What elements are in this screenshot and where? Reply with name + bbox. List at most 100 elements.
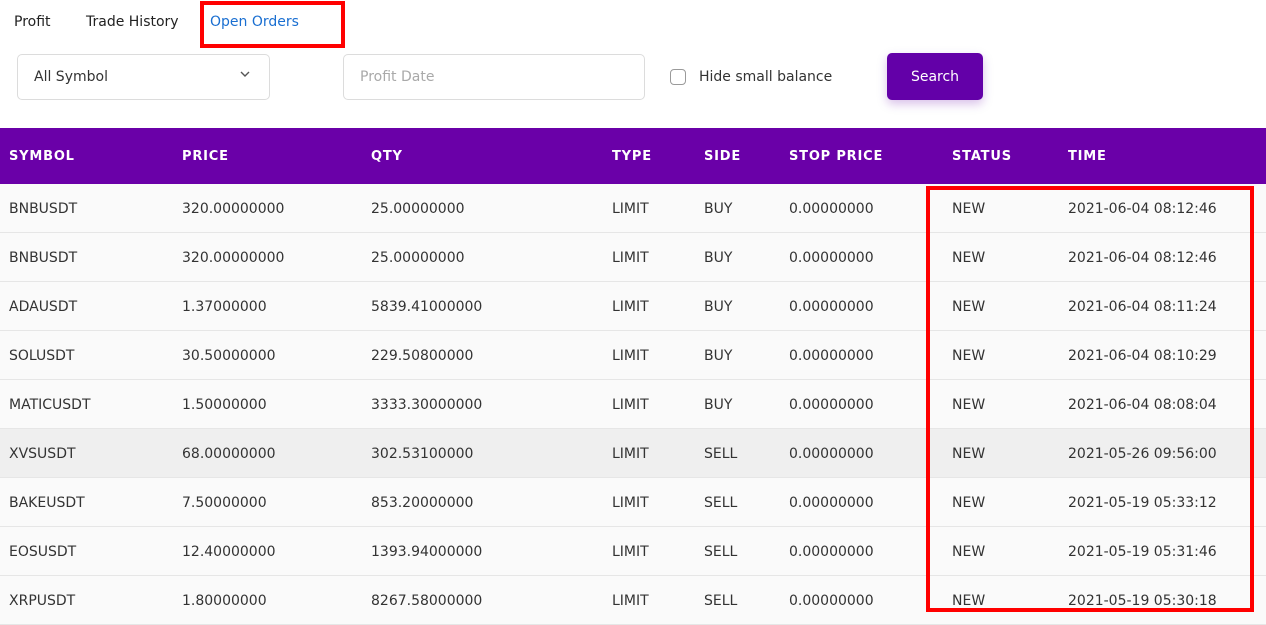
cell-side: BUY <box>704 201 733 217</box>
cell-stop-price: 0.00000000 <box>789 250 874 266</box>
table-row: MATICUSDT 1.50000000 3333.30000000 LIMIT BUY… <box>0 380 1266 429</box>
tab-profit[interactable]: Profit <box>14 14 51 30</box>
cell-price: 68.00000000 <box>182 446 276 462</box>
cell-qty: 25.00000000 <box>371 250 465 266</box>
cell-side: BUY <box>704 397 733 413</box>
cell-time: 2021-05-19 05:33:12 <box>1068 495 1217 511</box>
cell-qty: 1393.94000000 <box>371 544 483 560</box>
cell-side: SELL <box>704 495 738 511</box>
cell-type: LIMIT <box>612 397 649 413</box>
cell-price: 1.80000000 <box>182 593 267 609</box>
cell-side: BUY <box>704 299 733 315</box>
header-symbol: SYMBOL <box>9 149 75 164</box>
cell-qty: 25.00000000 <box>371 201 465 217</box>
cell-symbol: MATICUSDT <box>9 397 91 413</box>
cell-qty: 3333.30000000 <box>371 397 483 413</box>
cell-status: NEW <box>952 201 986 217</box>
cell-status: NEW <box>952 397 986 413</box>
table-row: BNBUSDT 320.00000000 25.00000000 LIMIT BUY 0.… <box>0 184 1266 233</box>
cell-symbol: ADAUSDT <box>9 299 78 315</box>
cell-symbol: XRPUSDT <box>9 593 76 609</box>
cell-status: NEW <box>952 544 986 560</box>
table-row: BNBUSDT 320.00000000 25.00000000 LIMIT BUY 0.… <box>0 233 1266 282</box>
header-status: STATUS <box>952 149 1012 164</box>
cell-price: 320.00000000 <box>182 250 285 266</box>
cell-time: 2021-06-04 08:08:04 <box>1068 397 1217 413</box>
cell-time: 2021-06-04 08:12:46 <box>1068 250 1217 266</box>
cell-side: SELL <box>704 593 738 609</box>
cell-price: 12.40000000 <box>182 544 276 560</box>
symbol-select[interactable]: All Symbol <box>17 54 270 100</box>
header-side: SIDE <box>704 149 742 164</box>
table-body: BNBUSDT 320.00000000 25.00000000 LIMIT BUY 0.… <box>0 184 1266 625</box>
hide-small-balance-checkbox[interactable] <box>670 69 686 85</box>
table-header: SYMBOL PRICE QTY TYPE SIDE STOP PRICE ST… <box>0 128 1266 184</box>
cell-type: LIMIT <box>612 593 649 609</box>
cell-stop-price: 0.00000000 <box>789 299 874 315</box>
table-row: ADAUSDT 1.37000000 5839.41000000 LIMIT BUY 0.… <box>0 282 1266 331</box>
cell-price: 7.50000000 <box>182 495 267 511</box>
table-row: EOSUSDT 12.40000000 1393.94000000 LIMIT SELL… <box>0 527 1266 576</box>
cell-symbol: BAKEUSDT <box>9 495 85 511</box>
cell-symbol: EOSUSDT <box>9 544 77 560</box>
cell-status: NEW <box>952 250 986 266</box>
chevron-down-icon <box>240 71 250 77</box>
table-row: XRPUSDT 1.80000000 8267.58000000 LIMIT SELL 0… <box>0 576 1266 625</box>
tab-trade-history[interactable]: Trade History <box>86 14 179 30</box>
cell-time: 2021-06-04 08:12:46 <box>1068 201 1217 217</box>
cell-qty: 5839.41000000 <box>371 299 483 315</box>
cell-stop-price: 0.00000000 <box>789 544 874 560</box>
cell-type: LIMIT <box>612 348 649 364</box>
cell-stop-price: 0.00000000 <box>789 593 874 609</box>
cell-time: 2021-05-19 05:30:18 <box>1068 593 1217 609</box>
table-row: BAKEUSDT 7.50000000 853.20000000 LIMIT SELL 0… <box>0 478 1266 527</box>
cell-price: 320.00000000 <box>182 201 285 217</box>
cell-side: BUY <box>704 250 733 266</box>
hide-small-balance-label[interactable]: Hide small balance <box>699 69 832 85</box>
cell-qty: 229.50800000 <box>371 348 474 364</box>
header-qty: QTY <box>371 149 403 164</box>
cell-side: BUY <box>704 348 733 364</box>
cell-symbol: SOLUSDT <box>9 348 75 364</box>
cell-stop-price: 0.00000000 <box>789 201 874 217</box>
cell-symbol: XVSUSDT <box>9 446 76 462</box>
cell-time: 2021-05-19 05:31:46 <box>1068 544 1217 560</box>
cell-symbol: BNBUSDT <box>9 250 78 266</box>
cell-stop-price: 0.00000000 <box>789 397 874 413</box>
header-stop-price: STOP PRICE <box>789 149 884 164</box>
cell-qty: 302.53100000 <box>371 446 474 462</box>
table-row: XVSUSDT 68.00000000 302.53100000 LIMIT SELL 0… <box>0 429 1266 478</box>
cell-type: LIMIT <box>612 446 649 462</box>
search-button[interactable]: Search <box>887 53 983 100</box>
cell-status: NEW <box>952 593 986 609</box>
cell-time: 2021-05-26 09:56:00 <box>1068 446 1217 462</box>
cell-time: 2021-06-04 08:10:29 <box>1068 348 1217 364</box>
cell-type: LIMIT <box>612 299 649 315</box>
cell-price: 30.50000000 <box>182 348 276 364</box>
cell-qty: 8267.58000000 <box>371 593 483 609</box>
open-orders-table: SYMBOL PRICE QTY TYPE SIDE STOP PRICE ST… <box>0 128 1266 625</box>
cell-type: LIMIT <box>612 201 649 217</box>
cell-stop-price: 0.00000000 <box>789 446 874 462</box>
cell-status: NEW <box>952 299 986 315</box>
cell-side: SELL <box>704 544 738 560</box>
cell-side: SELL <box>704 446 738 462</box>
header-time: TIME <box>1068 149 1107 164</box>
table-row: SOLUSDT 30.50000000 229.50800000 LIMIT BUY 0.… <box>0 331 1266 380</box>
cell-qty: 853.20000000 <box>371 495 474 511</box>
cell-time: 2021-06-04 08:11:24 <box>1068 299 1217 315</box>
cell-symbol: BNBUSDT <box>9 201 78 217</box>
cell-type: LIMIT <box>612 544 649 560</box>
cell-price: 1.50000000 <box>182 397 267 413</box>
header-price: PRICE <box>182 149 229 164</box>
cell-stop-price: 0.00000000 <box>789 348 874 364</box>
cell-stop-price: 0.00000000 <box>789 495 874 511</box>
cell-price: 1.37000000 <box>182 299 267 315</box>
tab-open-orders[interactable]: Open Orders <box>210 14 299 30</box>
cell-type: LIMIT <box>612 495 649 511</box>
symbol-select-value: All Symbol <box>34 69 108 85</box>
header-type: TYPE <box>612 149 652 164</box>
cell-status: NEW <box>952 348 986 364</box>
profit-date-input[interactable] <box>343 54 645 100</box>
cell-status: NEW <box>952 495 986 511</box>
